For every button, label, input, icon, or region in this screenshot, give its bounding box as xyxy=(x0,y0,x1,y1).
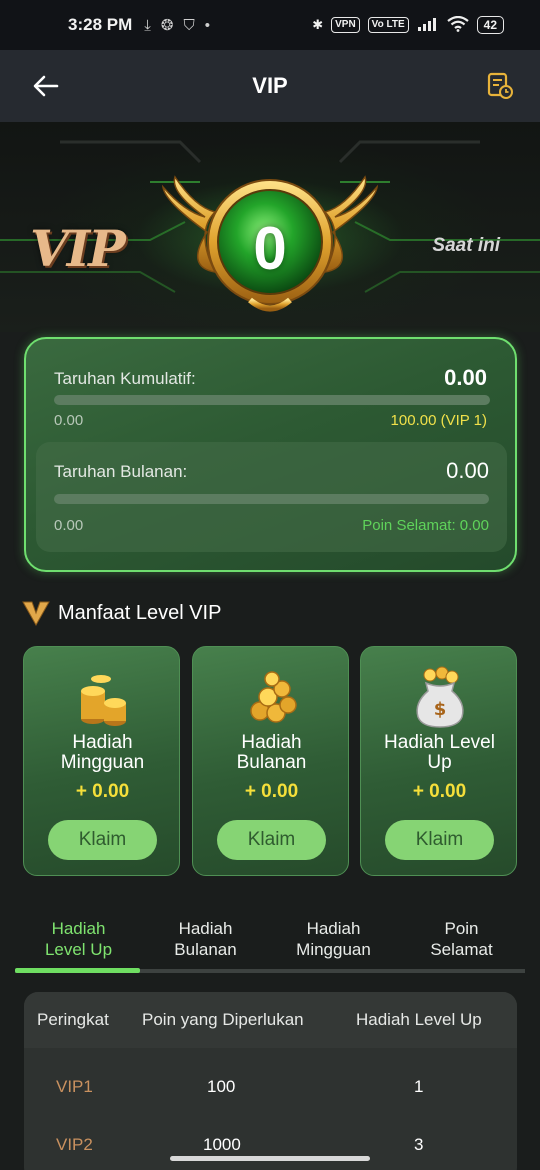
cell-level-up-reward: 3 xyxy=(414,1135,424,1154)
tab-monthly-reward[interactable]: Hadiah Bulanan xyxy=(142,918,269,960)
status-bar: 3:28 PM ⤓ ❂ ⛉ • ✱ VPN Vo LTE 42 xyxy=(0,0,540,50)
benefits-title: Manfaat Level VIP xyxy=(58,601,222,624)
incognito-icon: ⛉ xyxy=(183,16,195,34)
monthly-points-value: Poin Selamat: 0.00 xyxy=(362,517,489,534)
monthly-wager-label: Taruhan Bulanan: xyxy=(54,462,188,481)
column-header-level-up-reward: Hadiah Level Up xyxy=(356,1010,482,1029)
monthly-reward-title: Hadiah Bulanan xyxy=(236,732,307,773)
volte-badge: Vo LTE xyxy=(367,17,409,33)
back-button[interactable] xyxy=(28,68,64,104)
current-level-label: Saat ini xyxy=(432,235,500,256)
monthly-reward-card: Hadiah Bulanan + 0.00 Klaim xyxy=(192,646,349,876)
cell-level-up-reward: 1 xyxy=(414,1077,424,1096)
tab-safe-points[interactable]: Poin Selamat xyxy=(398,918,525,960)
claim-monthly-button[interactable]: Klaim xyxy=(217,820,326,860)
vip-v-icon xyxy=(22,601,50,626)
table-row: VIP1 100 1 xyxy=(24,1059,517,1117)
active-tab-indicator xyxy=(15,968,140,973)
wager-progress-card: Taruhan Kumulatif: 0.00 0.00 100.00 (VIP… xyxy=(24,337,517,572)
vip-levels-table: Peringkat Poin yang Diperlukan Hadiah Le… xyxy=(24,992,517,1170)
bluetooth-icon: ✱ xyxy=(312,17,324,32)
weekly-reward-amount: + 0.00 xyxy=(75,781,130,802)
cumulative-progress-bar xyxy=(54,395,490,405)
wifi-icon xyxy=(446,15,469,35)
arrow-left-icon xyxy=(33,75,59,97)
vpn-badge: VPN xyxy=(331,17,360,33)
level-up-reward-amount: + 0.00 xyxy=(412,781,467,802)
column-header-rank: Peringkat xyxy=(37,1010,109,1029)
app-notification-icon: ❂ xyxy=(160,17,174,34)
claim-level-up-button[interactable]: Klaim xyxy=(385,820,494,860)
page-title: VIP xyxy=(252,73,288,98)
signal-icon xyxy=(417,17,439,34)
money-bag-icon: $ xyxy=(415,666,464,728)
weekly-reward-title: Hadiah Mingguan xyxy=(60,732,145,773)
cumulative-wager-value: 0.00 xyxy=(444,365,487,390)
cell-rank: VIP2 xyxy=(56,1135,93,1154)
download-icon: ⤓ xyxy=(144,16,151,34)
benefits-header: Manfaat Level VIP xyxy=(22,600,221,626)
monthly-wager-section: Taruhan Bulanan: 0.00 0.00 Poin Selamat:… xyxy=(36,442,507,552)
monthly-wager-value: 0.00 xyxy=(446,458,489,483)
vip-hero-banner: VIP 0 Saat ini xyxy=(0,122,540,332)
history-button[interactable] xyxy=(482,68,518,104)
claim-weekly-button[interactable]: Klaim xyxy=(48,820,157,860)
monthly-progress-bar xyxy=(54,494,489,504)
level-up-reward-title: Hadiah Level Up xyxy=(384,732,495,773)
table-row: VIP2 1000 3 xyxy=(24,1117,517,1170)
home-indicator[interactable] xyxy=(170,1156,370,1161)
cumulative-wager-label: Taruhan Kumulatif: xyxy=(54,369,196,388)
cell-required-points: 100 xyxy=(207,1077,236,1096)
history-icon xyxy=(487,72,513,99)
monthly-min-value: 0.00 xyxy=(54,517,84,534)
table-header: Peringkat Poin yang Diperlukan Hadiah Le… xyxy=(24,992,517,1048)
monthly-reward-amount: + 0.00 xyxy=(244,781,299,802)
cell-rank: VIP1 xyxy=(56,1077,93,1096)
reward-tabs: Hadiah Level Up Hadiah Bulanan Hadiah Mi… xyxy=(15,918,525,974)
level-up-reward-card: $ Hadiah Level Up + 0.00 Klaim xyxy=(360,646,517,876)
cell-required-points: 1000 xyxy=(203,1135,241,1154)
svg-text:$: $ xyxy=(433,699,446,720)
coin-stack-icon xyxy=(80,675,126,726)
cumulative-target-value: 100.00 (VIP 1) xyxy=(390,412,487,429)
battery-indicator: 42 xyxy=(476,16,504,34)
dot-icon: • xyxy=(204,16,210,34)
tab-weekly-reward[interactable]: Hadiah Mingguan xyxy=(270,918,397,960)
tab-level-up-reward[interactable]: Hadiah Level Up xyxy=(15,918,142,960)
column-header-required-points: Poin yang Diperlukan xyxy=(142,1010,304,1029)
app-header: VIP xyxy=(0,50,540,122)
cumulative-min-value: 0.00 xyxy=(54,412,84,429)
coin-pile-icon xyxy=(249,671,297,723)
status-time: 3:28 PM xyxy=(68,15,133,34)
weekly-reward-card: Hadiah Mingguan + 0.00 Klaim xyxy=(23,646,180,876)
